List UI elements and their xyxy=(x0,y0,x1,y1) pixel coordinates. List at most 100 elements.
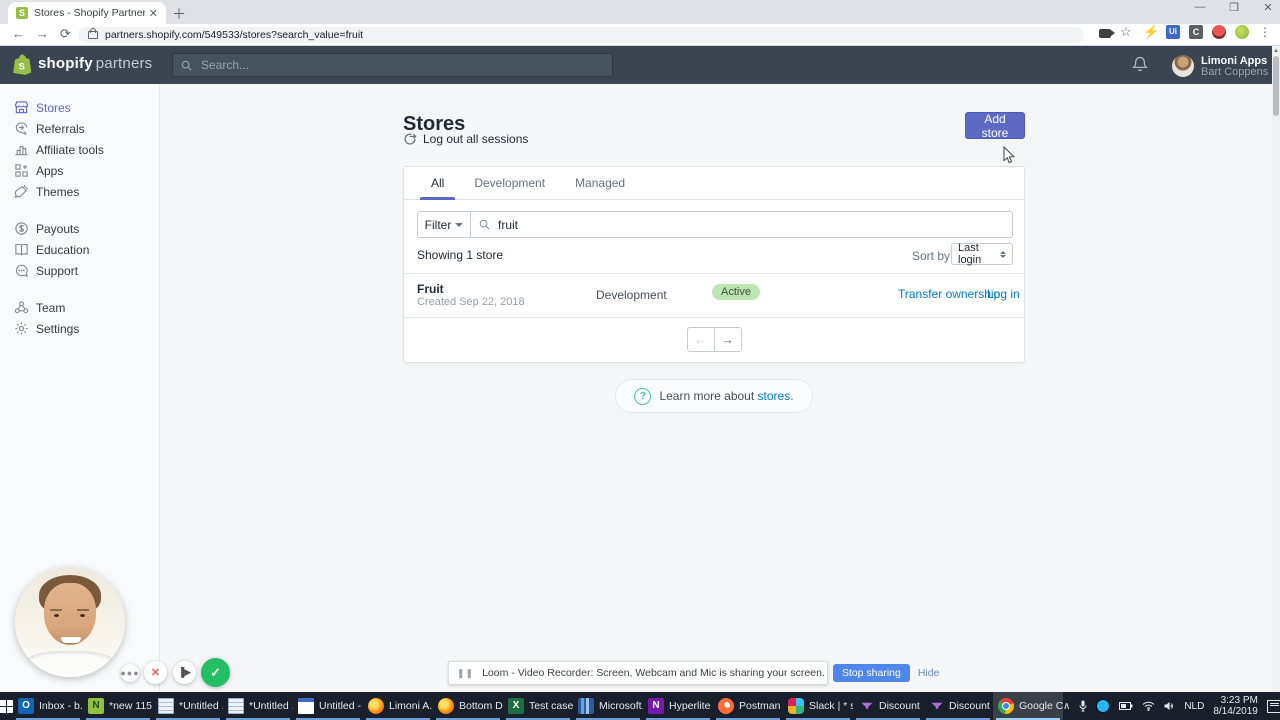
url-bar[interactable]: partners.shopify.com/549533/stores?searc… xyxy=(78,27,1084,43)
stores-link[interactable]: stores. xyxy=(758,389,794,403)
ui-extension-icon[interactable]: Ui xyxy=(1166,25,1180,39)
taskbar-apps-test-cases[interactable]: Test cases... xyxy=(503,692,573,720)
browser-tab[interactable]: Stores - Shopify Partners ✕ xyxy=(8,2,166,24)
taskbar-apps-hyperlite[interactable]: Hyperlite ... xyxy=(643,692,713,720)
sidebar-nav-support[interactable]: Support xyxy=(0,260,159,281)
sort-select[interactable]: Last login xyxy=(951,242,1013,266)
webcam-bubble[interactable] xyxy=(15,567,125,677)
url-text: partners.shopify.com/549533/stores?searc… xyxy=(105,29,364,41)
row-divider xyxy=(404,273,1024,274)
taskbar-apps-limoni-a[interactable]: Limoni A... xyxy=(363,692,433,720)
sidebar-nav-stores[interactable]: Stores xyxy=(0,97,159,118)
taskbar-apps-google-c[interactable]: Google C... xyxy=(993,692,1063,720)
sidebar-nav-affiliate-tools[interactable]: Affiliate tools xyxy=(0,139,159,160)
affiliate-tools-icon xyxy=(14,142,29,157)
refresh-icon[interactable]: ⟳ xyxy=(60,26,71,42)
sidebar-nav-team[interactable]: Team xyxy=(0,297,159,318)
taskbar-apps-postman[interactable]: Postman xyxy=(713,692,783,720)
tab-managed[interactable]: Managed xyxy=(560,167,640,199)
forward-icon[interactable]: → xyxy=(36,26,49,41)
hide-link[interactable]: Hide xyxy=(918,667,940,679)
logout-all-sessions[interactable]: Log out all sessions xyxy=(403,132,528,146)
microsoft-app-icon xyxy=(578,698,594,714)
sidebar-nav-themes[interactable]: Themes xyxy=(0,181,159,202)
taskbar-apps-discount[interactable]: Discount ... xyxy=(853,692,923,720)
bookmark-star-icon[interactable]: ☆ xyxy=(1120,25,1134,39)
store-tabs: All Development Managed xyxy=(404,167,1024,200)
presence-status-icon[interactable] xyxy=(1096,699,1111,713)
sidebar-nav-referrals[interactable]: Referrals xyxy=(0,118,159,139)
tab-close-icon[interactable]: ✕ xyxy=(149,7,158,20)
filter-dropdown[interactable]: Filter xyxy=(418,212,471,237)
new-tab-button[interactable]: ＋ xyxy=(172,4,186,24)
account-menu[interactable]: Limoni Apps Bart Coppens xyxy=(1201,56,1268,78)
action-center-icon[interactable] xyxy=(1266,699,1280,713)
back-icon[interactable]: ← xyxy=(12,26,25,41)
shopify-logo-icon: S xyxy=(13,54,32,75)
previous-page-button[interactable]: ← xyxy=(686,327,715,352)
wifi-icon[interactable] xyxy=(1142,701,1155,711)
store-name[interactable]: Fruit xyxy=(417,282,444,296)
notepad-icon xyxy=(228,698,244,714)
taskbar-apps-discount[interactable]: Discount ... xyxy=(923,692,993,720)
tray-expand-icon[interactable]: ∧ xyxy=(1063,701,1070,712)
red-circle-extension-icon[interactable] xyxy=(1212,25,1226,39)
sidebar-nav-payouts[interactable]: Payouts xyxy=(0,218,159,239)
battery-icon[interactable] xyxy=(1119,701,1133,711)
recorder-finish-button[interactable]: ✓ xyxy=(201,658,230,687)
notifications-bell-icon[interactable] xyxy=(1132,56,1148,73)
microphone-icon[interactable] xyxy=(1079,700,1087,712)
taskbar-apps-inbox-b[interactable]: Inbox - b... xyxy=(13,692,83,720)
account-avatar[interactable] xyxy=(1172,55,1194,77)
share-message: Loom - Video Recorder: Screen, Webcam an… xyxy=(482,667,825,679)
taskbar-apps-untitled[interactable]: *Untitled ... xyxy=(223,692,293,720)
sidebar-nav-apps[interactable]: Apps xyxy=(0,160,159,181)
close-button[interactable]: ✕ xyxy=(1262,1,1274,14)
store-search[interactable] xyxy=(471,212,1012,237)
store-search-input[interactable] xyxy=(496,216,1007,233)
page-scrollbar[interactable]: ▲ xyxy=(1272,46,1280,692)
taskbar-apps-untitled[interactable]: *Untitled ... xyxy=(153,692,223,720)
scroll-up-arrow-icon[interactable]: ▲ xyxy=(1272,47,1280,55)
taskbar-apps-slack-s[interactable]: Slack | * s... xyxy=(783,692,853,720)
row-divider xyxy=(404,317,1024,318)
scrollbar-thumb[interactable] xyxy=(1273,56,1279,116)
lightning-extension-icon[interactable]: ⚡ xyxy=(1143,25,1159,39)
recorder-cancel-button[interactable]: ✕ xyxy=(144,661,167,684)
start-button[interactable] xyxy=(0,692,13,720)
green-extension-icon[interactable] xyxy=(1235,25,1249,39)
stop-sharing-button[interactable]: Stop sharing xyxy=(832,664,910,682)
recorder-restart-button[interactable]: ▐▶ xyxy=(173,661,196,684)
camera-icon[interactable] xyxy=(1099,29,1115,38)
language-indicator[interactable]: NLD xyxy=(1184,701,1204,712)
speaker-icon[interactable] xyxy=(1164,701,1175,711)
taskbar-apps-microsoft[interactable]: Microsoft... xyxy=(573,692,643,720)
maximize-button[interactable]: ❐ xyxy=(1228,1,1240,14)
log-in-link[interactable]: Log in xyxy=(987,287,1020,301)
tab-development[interactable]: Development xyxy=(459,167,560,199)
add-store-button[interactable]: Add store xyxy=(965,112,1025,140)
taskbar-apps-untitled[interactable]: Untitled - ... xyxy=(293,692,363,720)
taskbar-apps-new-115[interactable]: *new 115 ... xyxy=(83,692,153,720)
global-search[interactable] xyxy=(172,53,613,77)
system-tray: ∧ NLD 3:23 PM 8/14/2019 xyxy=(1063,692,1280,720)
sidebar-nav-settings[interactable]: Settings xyxy=(0,318,159,339)
c-extension-icon[interactable]: C xyxy=(1189,25,1203,39)
minimize-button[interactable]: — xyxy=(1194,1,1206,14)
tab-all[interactable]: All xyxy=(416,167,459,200)
drag-grip-icon[interactable]: ❚❚ xyxy=(457,668,474,679)
search-icon xyxy=(479,219,490,230)
recorder-more-button[interactable]: ●●● xyxy=(120,664,139,682)
mouse-cursor xyxy=(1003,146,1015,164)
visual-studio-icon xyxy=(858,698,874,714)
global-search-input[interactable] xyxy=(199,57,604,73)
notepad-plus-icon xyxy=(88,698,104,714)
taskbar-apps-bottom-d[interactable]: Bottom D... xyxy=(433,692,503,720)
sidebar-nav-education[interactable]: Education xyxy=(0,239,159,260)
payouts-icon xyxy=(14,221,29,236)
support-icon xyxy=(14,263,29,278)
transfer-ownership-link[interactable]: Transfer ownership xyxy=(898,287,1000,301)
next-page-button[interactable]: → xyxy=(714,327,742,352)
menu-icon[interactable]: ⋮ xyxy=(1258,25,1272,39)
taskbar-clock[interactable]: 3:23 PM 8/14/2019 xyxy=(1213,695,1258,717)
